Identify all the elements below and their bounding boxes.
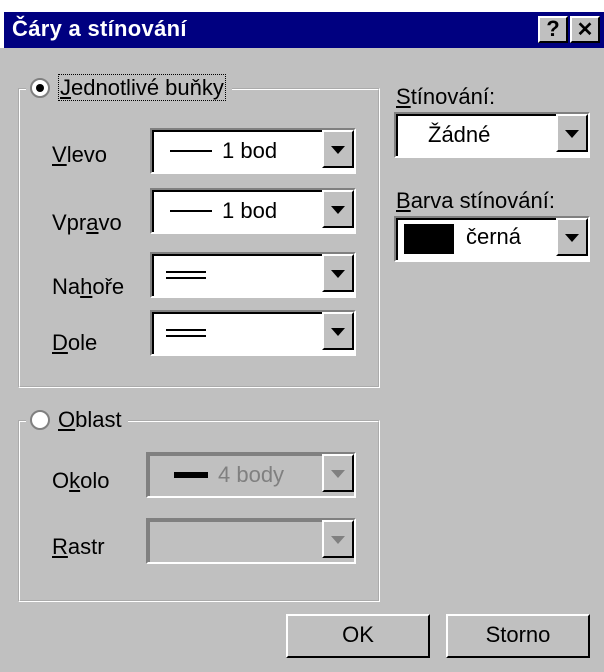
- top-dropdown-button[interactable]: [322, 254, 354, 292]
- top-label: Nahoře: [52, 274, 125, 299]
- left-border-select[interactable]: 1 bod: [150, 128, 356, 174]
- double-line-icon: [166, 329, 206, 337]
- close-icon: ✕: [576, 19, 594, 41]
- dialog-body: Jednotlivé buňky Vlevo 1 bod Vpravo 1 bo…: [0, 48, 604, 672]
- left-dropdown-button[interactable]: [322, 130, 354, 168]
- bottom-dropdown-button[interactable]: [322, 312, 354, 350]
- shading-select[interactable]: Žádné: [394, 112, 590, 158]
- chevron-down-icon: [331, 206, 345, 214]
- top-border-select[interactable]: [150, 252, 356, 298]
- ok-button[interactable]: OK: [286, 614, 430, 658]
- shading-color-select[interactable]: černá: [394, 216, 590, 262]
- chevron-down-icon: [331, 328, 345, 336]
- chevron-down-icon: [331, 270, 345, 278]
- cells-option[interactable]: Jednotlivé buňky: [26, 74, 232, 102]
- bottom-border-select[interactable]: [150, 310, 356, 356]
- chevron-down-icon: [331, 470, 345, 478]
- thin-line-icon: [170, 210, 212, 212]
- chevron-down-icon: [565, 130, 579, 138]
- cells-radio[interactable]: [30, 78, 50, 98]
- color-swatch: [404, 224, 454, 254]
- chevron-down-icon: [331, 146, 345, 154]
- around-label: Okolo: [52, 468, 110, 493]
- left-border-value: 1 bod: [222, 138, 278, 163]
- grid-dropdown-button[interactable]: [322, 520, 354, 558]
- cells-option-label: Jednotlivé buňky: [58, 74, 226, 101]
- cancel-button[interactable]: Storno: [446, 614, 590, 658]
- shading-label: Stínování:: [396, 84, 496, 109]
- right-dropdown-button[interactable]: [322, 190, 354, 228]
- bottom-label: Dole: [52, 330, 98, 355]
- double-line-icon: [166, 271, 206, 279]
- shading-dropdown-button[interactable]: [556, 114, 588, 152]
- right-border-select[interactable]: 1 bod: [150, 188, 356, 234]
- area-option[interactable]: Oblast: [26, 406, 128, 434]
- window-title: Čáry a stínování: [12, 16, 187, 41]
- area-radio[interactable]: [30, 410, 50, 430]
- help-button[interactable]: ?: [538, 16, 568, 43]
- around-dropdown-button[interactable]: [322, 454, 354, 492]
- area-option-label: Oblast: [58, 407, 122, 432]
- around-border-select[interactable]: 4 body: [146, 452, 356, 498]
- left-label: Vlevo: [52, 142, 108, 167]
- right-label: Vpravo: [52, 210, 122, 235]
- shading-value: Žádné: [428, 122, 491, 147]
- shading-color-dropdown-button[interactable]: [556, 218, 588, 256]
- close-button[interactable]: ✕: [570, 16, 600, 43]
- shading-color-value: černá: [466, 224, 522, 249]
- right-border-value: 1 bod: [222, 198, 278, 223]
- grid-label: Rastr: [52, 534, 105, 559]
- thick-line-icon: [174, 472, 208, 478]
- grid-border-select[interactable]: [146, 518, 356, 564]
- chevron-down-icon: [331, 536, 345, 544]
- chevron-down-icon: [565, 234, 579, 242]
- around-border-value: 4 body: [218, 462, 285, 487]
- area-group: [18, 420, 380, 602]
- thin-line-icon: [170, 150, 212, 152]
- title-bar: Čáry a stínování ? ✕: [4, 12, 604, 48]
- shading-color-label: Barva stínování:: [396, 188, 555, 213]
